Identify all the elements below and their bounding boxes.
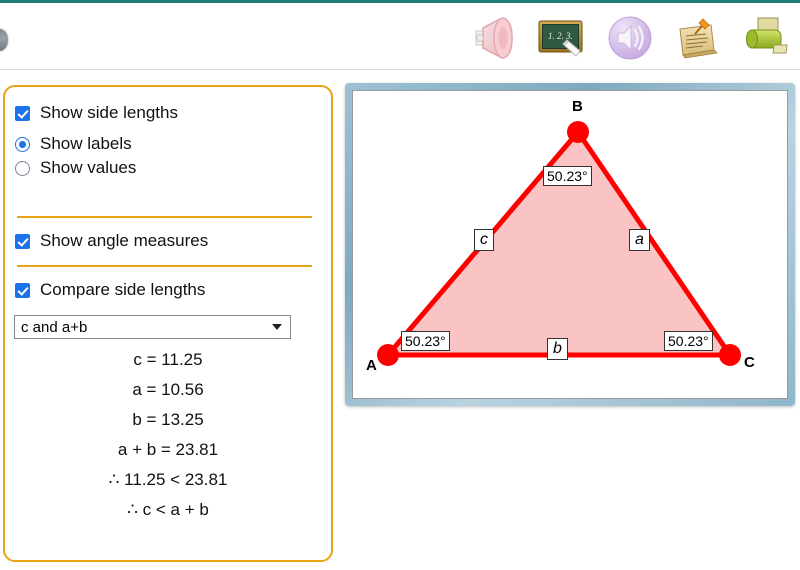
radio-show-values[interactable]: Show values	[15, 158, 136, 178]
radio-group-label-mode: Show labels Show values	[15, 134, 136, 182]
result-line-b: b = 13.25	[132, 410, 204, 429]
vertex-label-C: C	[744, 354, 755, 371]
vertex-label-B: B	[572, 98, 583, 115]
radio-circle-show-labels[interactable]	[15, 136, 30, 152]
compare-select-value: c and a+b	[21, 318, 88, 336]
toolbar: 1. 2. 3.	[468, 9, 792, 67]
svg-text:1. 2. 3.: 1. 2. 3.	[548, 31, 573, 41]
checkbox-label-show-side-lengths: Show side lengths	[40, 103, 178, 122]
checkbox-show-side-lengths[interactable]: Show side lengths	[15, 103, 178, 123]
side-label-c[interactable]: c	[474, 229, 494, 251]
figure-frame: B A C c a b 50.23° 50.23° 50.23°	[345, 83, 795, 406]
side-label-b[interactable]: b	[547, 338, 568, 360]
result-line-numeric-inequality: ∴ 11.25 < 23.81	[108, 470, 228, 489]
blackboard-icon[interactable]: 1. 2. 3.	[536, 12, 588, 64]
vertex-point-A[interactable]	[377, 344, 399, 366]
angle-measure-C[interactable]: 50.23°	[664, 331, 713, 352]
compare-select-dropdown[interactable]: c and a+b	[14, 315, 291, 339]
triangle-graphic	[377, 121, 741, 366]
panel-divider-2	[17, 265, 312, 267]
checkbox-compare-side-lengths[interactable]: Compare side lengths	[15, 280, 205, 300]
top-toolbar-bar: 1. 2. 3.	[0, 0, 800, 70]
checkbox-label-show-angle-measures: Show angle measures	[40, 231, 209, 250]
note-pin-icon[interactable]	[672, 12, 724, 64]
checkbox-box-show-side-lengths[interactable]	[15, 105, 30, 121]
angle-measure-A[interactable]: 50.23°	[401, 331, 450, 352]
checkbox-box-show-angle-measures[interactable]	[15, 233, 30, 249]
result-line-c: c = 11.25	[133, 350, 203, 369]
radio-label-show-labels: Show labels	[40, 134, 132, 153]
result-line-a: a = 10.56	[132, 380, 204, 399]
checkbox-label-compare-side-lengths: Compare side lengths	[40, 280, 206, 299]
chevron-down-icon[interactable]	[272, 324, 282, 330]
left-edge-handle[interactable]	[0, 29, 8, 51]
comparison-results: c = 11.25 a = 10.56 b = 13.25 a + b = 23…	[5, 345, 331, 525]
figure-canvas[interactable]: B A C c a b 50.23° 50.23° 50.23°	[352, 90, 788, 399]
options-panel: Show side lengths Show labels Show value…	[3, 85, 333, 562]
radio-label-show-values: Show values	[40, 158, 137, 177]
panel-divider-1	[17, 216, 312, 218]
checkbox-show-angle-measures[interactable]: Show angle measures	[15, 231, 208, 251]
radio-circle-show-values[interactable]	[15, 160, 30, 176]
angle-measure-B[interactable]: 50.23°	[543, 166, 592, 187]
result-line-symbolic-conclusion: ∴ c < a + b	[127, 500, 209, 519]
side-label-a[interactable]: a	[629, 229, 650, 251]
checkbox-box-compare-side-lengths[interactable]	[15, 282, 30, 298]
speaker-muted-icon[interactable]	[468, 12, 520, 64]
radio-show-labels[interactable]: Show labels	[15, 134, 136, 154]
vertex-point-B[interactable]	[567, 121, 589, 143]
printer-icon[interactable]	[740, 12, 792, 64]
vertex-point-C[interactable]	[719, 344, 741, 366]
result-line-a-plus-b: a + b = 23.81	[117, 440, 219, 459]
speaker-on-icon[interactable]	[604, 12, 656, 64]
vertex-label-A: A	[366, 357, 377, 374]
